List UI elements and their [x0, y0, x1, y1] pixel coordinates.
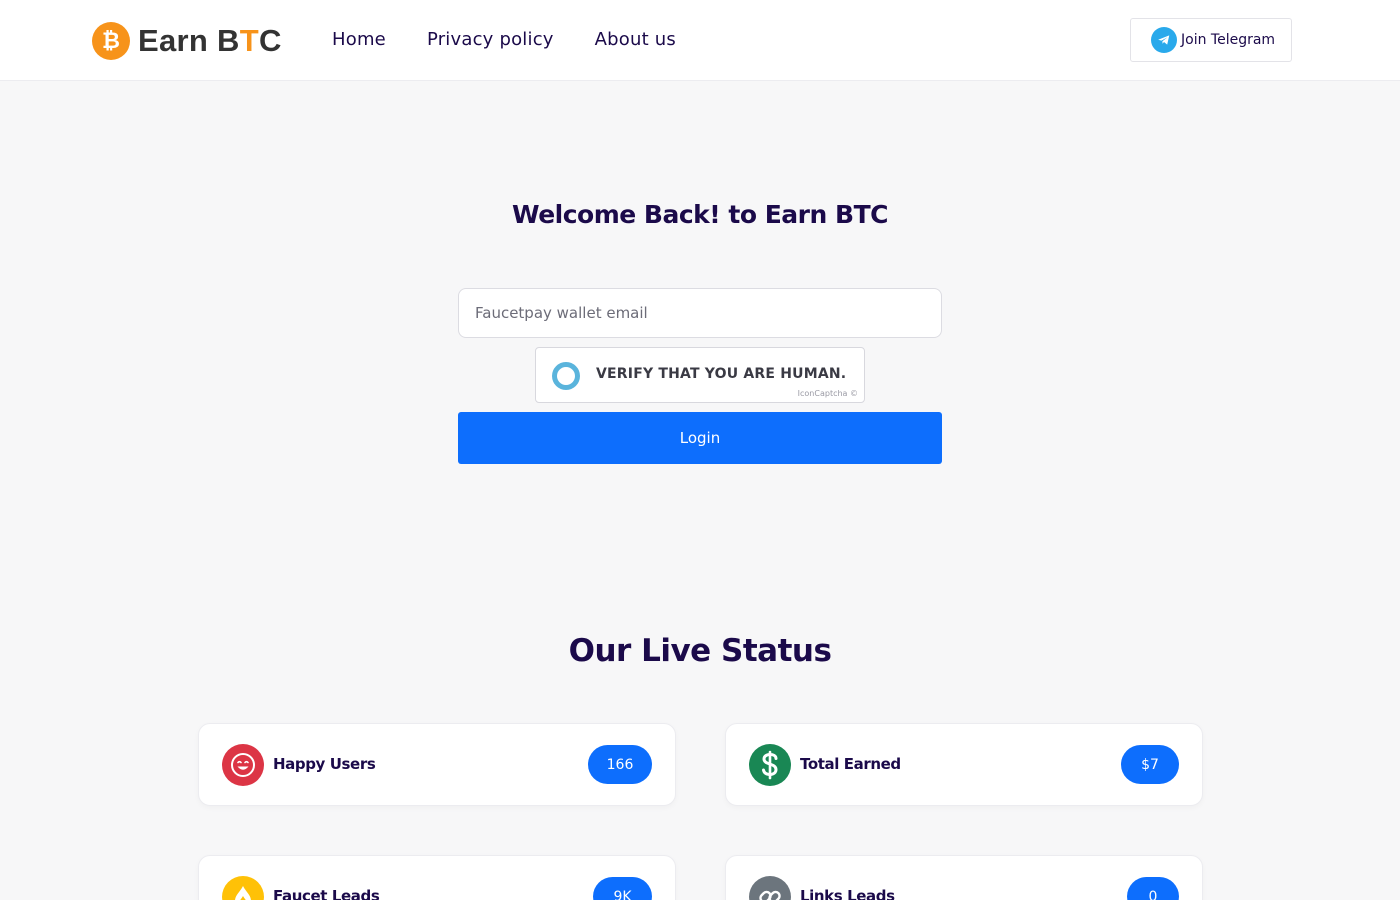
captcha-widget[interactable]: VERIFY THAT YOU ARE HUMAN. IconCaptcha ©: [535, 347, 865, 403]
brand-name-suffix: C: [258, 23, 282, 58]
status-card-links-leads: Links Leads 0: [725, 855, 1203, 900]
status-card-happy-users: Happy Users 166: [198, 723, 676, 806]
status-card-value: 166: [588, 745, 652, 784]
status-card-total-earned: Total Earned $7: [725, 723, 1203, 806]
captcha-brand: IconCaptcha ©: [797, 389, 858, 398]
brand-name-accent: T: [239, 23, 259, 58]
status-card-label: Total Earned: [800, 755, 901, 773]
brand-logo-link[interactable]: ₿ Earn BTC: [92, 21, 282, 61]
nav-link-about-us[interactable]: About us: [595, 29, 676, 50]
telegram-icon: [1151, 27, 1177, 53]
status-card-value: 0: [1127, 877, 1179, 900]
captcha-spinner-icon: [552, 362, 580, 390]
status-card-label: Happy Users: [273, 755, 376, 773]
captcha-prompt: VERIFY THAT YOU ARE HUMAN.: [596, 366, 847, 382]
status-card-faucet-leads: Faucet Leads 9K: [198, 855, 676, 900]
top-navbar: ₿ Earn BTC Home Privacy policy About us …: [0, 0, 1400, 81]
nav-link-privacy-policy[interactable]: Privacy policy: [427, 29, 554, 50]
wallet-email-input[interactable]: [458, 288, 942, 338]
smile-icon: [222, 744, 264, 786]
dollar-icon: [749, 744, 791, 786]
link-icon: [749, 876, 791, 900]
main-nav: Home Privacy policy About us: [332, 29, 717, 50]
brand-name: Earn BTC: [138, 23, 282, 59]
live-status-title: Our Live Status: [568, 633, 832, 669]
login-title: Welcome Back! to Earn BTC: [512, 200, 888, 229]
join-telegram-label: Join Telegram: [1181, 32, 1276, 48]
fire-icon: [222, 876, 264, 900]
status-card-value: 9K: [593, 877, 652, 900]
nav-link-home[interactable]: Home: [332, 29, 386, 50]
status-card-label: Faucet Leads: [273, 887, 380, 900]
bitcoin-logo-icon: ₿: [92, 22, 130, 60]
brand-name-prefix: Earn B: [138, 23, 240, 58]
status-card-value: $7: [1121, 745, 1179, 784]
status-card-label: Links Leads: [800, 887, 895, 900]
join-telegram-button[interactable]: Join Telegram: [1130, 18, 1292, 62]
login-button[interactable]: Login: [458, 412, 942, 464]
